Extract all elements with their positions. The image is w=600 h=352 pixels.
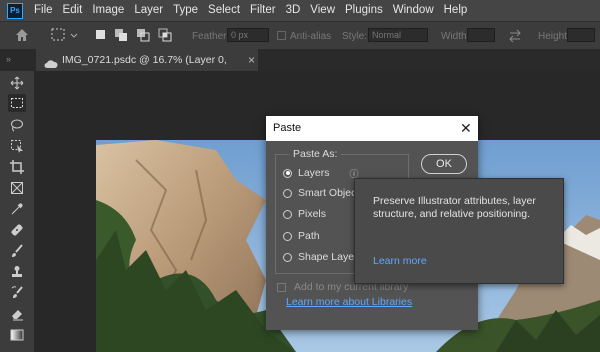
menu-bar: Ps File Edit Image Layer Type Select Fil… — [0, 0, 600, 21]
radio-button[interactable] — [283, 188, 292, 198]
move-tool-icon[interactable] — [8, 74, 26, 92]
subtract-selection-icon[interactable] — [136, 28, 152, 45]
add-to-library-checkbox[interactable] — [277, 282, 286, 292]
history-brush-tool-icon[interactable] — [8, 284, 26, 302]
dialog-close-icon[interactable]: ✕ — [460, 120, 472, 137]
feather-input[interactable]: 0 px — [227, 28, 269, 42]
menu-help[interactable]: Help — [439, 0, 473, 21]
tab-close-icon[interactable]: × — [248, 49, 255, 71]
radio-layers[interactable]: Layers ⓘ — [283, 166, 359, 180]
menu-3d[interactable]: 3D — [281, 0, 306, 21]
menu-edit[interactable]: Edit — [58, 0, 88, 21]
style-select[interactable]: Normal — [368, 28, 428, 42]
menu-layer[interactable]: Layer — [129, 0, 168, 21]
menu-view[interactable]: View — [305, 0, 340, 21]
radio-path[interactable]: Path — [283, 229, 320, 243]
document-tab[interactable]: IMG_0721.psdc @ 16.7% (Layer 0, RGB/8) *… — [36, 49, 258, 88]
width-label: Width: — [441, 31, 470, 42]
dialog-titlebar[interactable]: Paste ✕ — [266, 116, 478, 141]
radio-shape-layer-label: Shape Layer — [298, 251, 358, 263]
marquee-preset-icon[interactable] — [50, 27, 80, 46]
eyedropper-tool-icon[interactable] — [8, 200, 26, 218]
height-label: Height: — [538, 31, 570, 42]
radio-button[interactable] — [283, 209, 292, 219]
new-selection-icon[interactable] — [94, 28, 108, 45]
intersect-selection-icon[interactable] — [158, 28, 174, 45]
radio-shape-layer[interactable]: Shape Layer — [283, 250, 358, 264]
radio-button[interactable] — [283, 252, 292, 262]
radio-pixels[interactable]: Pixels — [283, 207, 326, 221]
width-input[interactable] — [467, 28, 495, 42]
lasso-tool-icon[interactable] — [8, 116, 26, 134]
menu-select[interactable]: Select — [203, 0, 245, 21]
eraser-tool-icon[interactable] — [8, 305, 26, 323]
antialias-checkbox[interactable] — [277, 31, 286, 40]
add-to-selection-icon[interactable] — [114, 28, 130, 45]
style-value: Normal — [372, 30, 402, 40]
menu-type[interactable]: Type — [168, 0, 203, 21]
rectangular-marquee-tool-icon[interactable] — [8, 94, 26, 112]
photoshop-logo[interactable]: Ps — [7, 2, 23, 19]
ok-button[interactable]: OK — [421, 154, 467, 174]
radio-pixels-label: Pixels — [298, 208, 327, 220]
radio-button[interactable] — [283, 231, 292, 241]
feather-label: Feather: — [192, 31, 230, 42]
paste-as-label: Paste As: — [289, 148, 342, 160]
options-bar: Feather: 0 px Anti-alias Style: Normal W… — [0, 21, 600, 50]
swap-icon[interactable] — [508, 29, 522, 46]
style-label: Style: — [342, 31, 368, 42]
menu-plugins[interactable]: Plugins — [340, 0, 388, 21]
tools-panel — [0, 71, 34, 352]
learn-more-libraries-link[interactable]: Learn more about Libraries — [286, 296, 412, 308]
object-selection-tool-icon[interactable] — [8, 137, 26, 155]
height-input[interactable] — [567, 28, 595, 42]
document-tab-bar: » IMG_0721.psdc @ 16.7% (Layer 0, RGB/8)… — [0, 49, 600, 88]
layers-info-tooltip: Preserve Illustrator attributes, layer s… — [354, 178, 564, 284]
brush-tool-icon[interactable] — [8, 242, 26, 260]
antialias-label: Anti-alias — [290, 31, 332, 42]
crop-tool-icon[interactable] — [8, 158, 26, 176]
menu-filter[interactable]: Filter — [245, 0, 281, 21]
menu-image[interactable]: Image — [87, 0, 129, 21]
menu-window[interactable]: Window — [388, 0, 439, 21]
gradient-tool-icon[interactable] — [8, 326, 26, 344]
radio-button-selected[interactable] — [283, 168, 292, 178]
clone-stamp-tool-icon[interactable] — [8, 263, 26, 281]
radio-layers-label: Layers — [298, 167, 330, 179]
collapse-panels-icon[interactable]: » — [6, 54, 11, 64]
tooltip-text: Preserve Illustrator attributes, layer s… — [373, 195, 536, 220]
menu-file[interactable]: File — [29, 0, 58, 21]
radio-smart-object[interactable]: Smart Object — [283, 186, 359, 200]
radio-smart-object-label: Smart Object — [298, 187, 360, 199]
dialog-title: Paste — [273, 122, 302, 134]
frame-tool-icon[interactable] — [8, 179, 26, 197]
home-icon[interactable] — [14, 27, 30, 46]
healing-brush-tool-icon[interactable] — [8, 221, 26, 239]
radio-path-label: Path — [298, 230, 320, 242]
tooltip-learn-more-link[interactable]: Learn more — [373, 255, 427, 267]
